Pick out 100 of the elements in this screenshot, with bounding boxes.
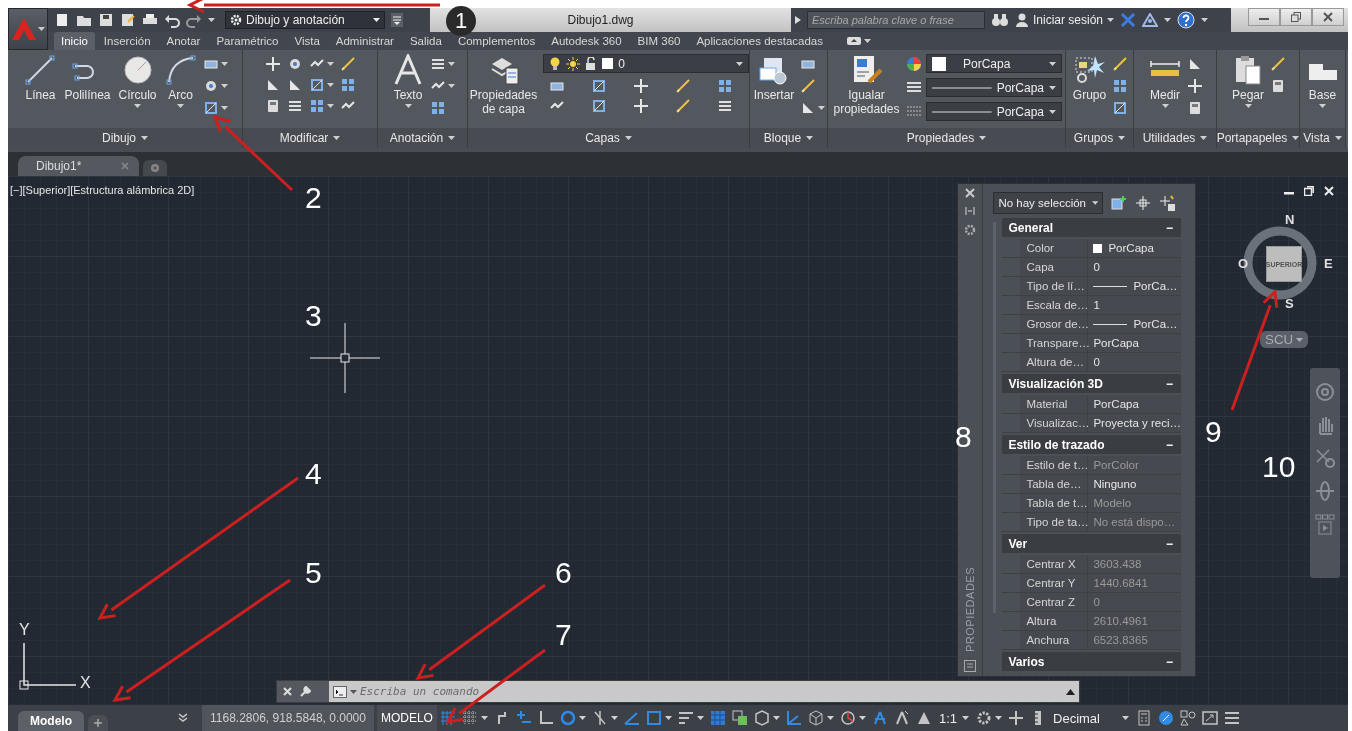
caret-icon[interactable]	[995, 716, 1003, 720]
caret-icon[interactable]	[404, 104, 412, 108]
caret-icon[interactable]	[1200, 136, 1208, 140]
caret-icon[interactable]	[1107, 18, 1115, 22]
ribbon-button[interactable]: Arco	[162, 54, 199, 108]
command-prompt-icon[interactable]	[333, 685, 347, 698]
section-header[interactable]: Visualización 3D −	[1002, 374, 1181, 393]
caret-icon[interactable]	[772, 716, 780, 720]
ribbon-button[interactable]: Grupo	[1070, 54, 1109, 102]
caret-icon[interactable]	[480, 716, 488, 720]
caret-icon[interactable]	[1244, 104, 1252, 108]
dynamic-input-icon[interactable]	[515, 710, 532, 726]
caret-icon[interactable]	[696, 716, 704, 720]
dynamic-ucs-icon[interactable]	[785, 710, 802, 726]
tool-icon[interactable]	[717, 78, 734, 94]
caret-icon[interactable]	[141, 136, 148, 140]
layer-dropdown[interactable]: 0	[543, 54, 750, 73]
transparency-icon[interactable]	[709, 710, 726, 726]
ribbon-tab[interactable]: Salida	[402, 32, 449, 50]
binoculars-icon[interactable]	[991, 13, 1009, 27]
coordinates-display[interactable]: 1168.2806, 918.5848, 0.0000	[202, 705, 374, 731]
caret-icon[interactable]	[1334, 136, 1342, 140]
caret-icon[interactable]	[373, 18, 380, 22]
tool-icon[interactable]	[1270, 56, 1286, 72]
tool-icon[interactable]	[800, 78, 817, 94]
palette-icon[interactable]	[964, 660, 977, 672]
caret-icon[interactable]	[1049, 85, 1056, 90]
caret-icon[interactable]	[864, 39, 871, 43]
layout-tab[interactable]: Modelo	[18, 711, 84, 731]
tool-icon[interactable]	[339, 56, 356, 72]
property-dropdown[interactable]: PorCapa	[926, 78, 1062, 97]
caret-icon[interactable]	[220, 106, 228, 110]
caret-icon[interactable]	[610, 716, 618, 720]
tool-icon[interactable]	[1187, 78, 1203, 94]
ribbon-tab[interactable]: Administrar	[328, 32, 401, 50]
ribbon-button[interactable]: Medir	[1147, 54, 1183, 108]
ribbon-tab[interactable]: Inicio	[54, 32, 95, 50]
toggle-pickadd-icon[interactable]	[1111, 195, 1128, 211]
sign-in-button[interactable]: Iniciar sesión	[1015, 13, 1115, 27]
ribbon-tab[interactable]: Paramétrico	[209, 32, 286, 50]
gear-icon[interactable]	[976, 710, 993, 726]
caret-icon[interactable]	[1092, 201, 1099, 205]
plus-icon[interactable]	[1008, 710, 1025, 726]
document-tab[interactable]: Dibujo1*	[18, 156, 140, 176]
snap-icon[interactable]	[461, 710, 478, 726]
minimize-button[interactable]	[1248, 8, 1280, 26]
tool-icon[interactable]	[1187, 56, 1203, 72]
tool-icon[interactable]	[633, 98, 650, 114]
tool-icon[interactable]	[717, 98, 734, 114]
new-file-icon[interactable]	[54, 12, 70, 28]
fullscreen-icon[interactable]	[1202, 710, 1219, 726]
hardware-icon[interactable]	[1180, 710, 1197, 726]
compass-east[interactable]: E	[1324, 256, 1333, 271]
filter-cube-icon[interactable]	[807, 710, 824, 726]
panel-toggle-icon[interactable]	[846, 36, 862, 46]
tool-icon[interactable]	[1112, 56, 1129, 72]
tool-icon[interactable]	[308, 98, 325, 114]
caret-icon[interactable]	[806, 136, 814, 140]
ribbon-button[interactable]: Propiedades de capa	[467, 54, 540, 116]
compass-north[interactable]: N	[1285, 212, 1295, 227]
selection-cycling-icon[interactable]	[731, 710, 748, 726]
osnap-tracking-icon[interactable]	[591, 710, 608, 726]
ribbon-button[interactable]: Base	[1304, 54, 1341, 108]
angle-icon[interactable]	[623, 710, 640, 726]
tool-icon[interactable]	[591, 78, 608, 94]
property-dropdown[interactable]: PorCapa	[926, 54, 1062, 73]
caret-icon[interactable]	[326, 62, 334, 66]
caret-icon[interactable]	[1122, 716, 1130, 720]
caret-icon[interactable]	[448, 84, 455, 88]
select-objects-icon[interactable]	[1135, 195, 1152, 211]
section-header[interactable]: Estilo de trazado −	[1002, 435, 1181, 454]
caret-icon[interactable]	[962, 716, 970, 720]
caret-icon[interactable]	[326, 83, 334, 87]
object-snap-icon[interactable]	[645, 710, 662, 726]
caret-icon[interactable]	[1049, 109, 1056, 114]
tool-icon[interactable]	[633, 78, 650, 94]
caret-icon[interactable]	[664, 716, 672, 720]
tool-icon[interactable]	[675, 98, 692, 114]
caret-icon[interactable]	[1292, 136, 1300, 140]
section-header[interactable]: Ver −	[1002, 534, 1181, 553]
tool-icon[interactable]	[591, 98, 608, 114]
annotation-scale-icon[interactable]	[915, 710, 932, 726]
ribbon-button[interactable]: Polilínea	[62, 54, 113, 102]
viewport-controls-label[interactable]: [−][Superior][Estructura alámbrica 2D]	[10, 184, 195, 196]
ribbon-button[interactable]: Texto	[390, 54, 426, 108]
caret-icon[interactable]	[1319, 104, 1326, 108]
cube-snap-icon[interactable]	[753, 710, 770, 726]
caret-icon[interactable]	[1201, 18, 1209, 22]
caret-icon[interactable]	[208, 18, 215, 22]
ribbon-tab[interactable]: Inserción	[96, 32, 158, 50]
settings-icon[interactable]	[964, 224, 977, 236]
new-tab-icon[interactable]	[150, 163, 161, 173]
caret-icon[interactable]	[220, 62, 228, 66]
ribbon-tab[interactable]: Aplicaciones destacadas	[689, 32, 830, 50]
units-dropdown[interactable]: Decimal	[1049, 710, 1134, 726]
save-icon[interactable]	[98, 12, 114, 28]
tool-icon[interactable]	[339, 77, 356, 93]
ortho-icon[interactable]	[537, 710, 554, 726]
polar-icon[interactable]	[559, 710, 576, 726]
exchange-x-icon[interactable]	[1120, 13, 1137, 27]
